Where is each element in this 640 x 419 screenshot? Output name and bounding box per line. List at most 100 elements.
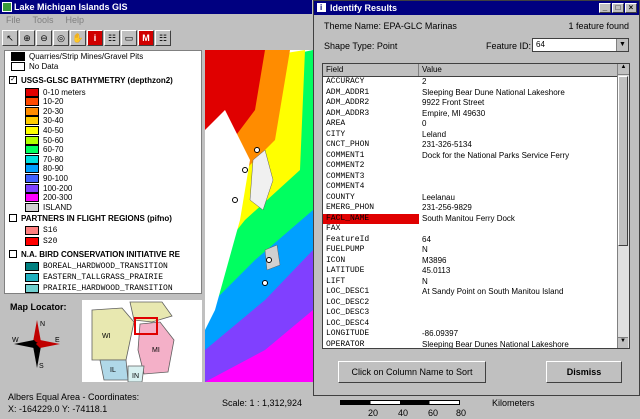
close-icon[interactable]: ×: [625, 3, 637, 13]
bathymetry-map[interactable]: [205, 50, 313, 382]
map-canvas[interactable]: [205, 50, 313, 382]
m-tool-icon[interactable]: M: [138, 30, 154, 46]
value-cell: [419, 224, 629, 235]
table-row[interactable]: CNCT_PHON 231-326-5134: [323, 140, 629, 151]
minimize-icon[interactable]: _: [599, 3, 611, 13]
legend-item: S16: [25, 225, 57, 235]
value-cell: South Manitou Ferry Dock: [422, 213, 515, 223]
chevron-down-icon[interactable]: ▼: [616, 39, 628, 51]
table-row[interactable]: LIFT N: [323, 277, 629, 288]
dialog-title-bar[interactable]: Identify Results _ □ ×: [314, 1, 639, 15]
globe-icon[interactable]: ◎: [53, 30, 69, 46]
table-row[interactable]: FeatureId 64: [323, 235, 629, 246]
state-in-label: IN: [132, 373, 139, 380]
table-row[interactable]: COUNTY Leelanau: [323, 193, 629, 204]
table-row[interactable]: ADM_ADDR2 9922 Front Street: [323, 98, 629, 109]
value-cell: 9922 Front Street: [422, 98, 485, 107]
report-icon[interactable]: ☷: [155, 30, 171, 46]
menu-help[interactable]: Help: [66, 14, 85, 27]
table-row[interactable]: LONGITUDE -86.09397: [323, 329, 629, 340]
scroll-thumb[interactable]: [618, 76, 628, 246]
table-row[interactable]: OPERATOR Sleeping Bear Dunes National Lak…: [323, 340, 629, 349]
legend-swatch: [25, 106, 39, 116]
legend-item: 30-40: [25, 116, 63, 126]
legend-panel[interactable]: Quarries/Strip Mines/Gravel Pits No Data…: [4, 50, 202, 294]
zoom-in-icon[interactable]: ⊕: [19, 30, 35, 46]
arrow-tool-icon[interactable]: ↖: [2, 30, 18, 46]
layers-icon[interactable]: ☷: [104, 30, 120, 46]
legend-label: PRAIRIE_HARDWOOD_TRANSITION: [43, 283, 173, 293]
scroll-down-icon[interactable]: ▼: [618, 337, 628, 348]
partners-layer-title: PARTNERS IN FLIGHT REGIONS (pifno): [21, 213, 172, 223]
value-cell: N: [422, 276, 428, 286]
legend-item: 10-20: [25, 97, 63, 107]
legend-label: Quarries/Strip Mines/Gravel Pits: [29, 51, 144, 61]
bathy-layer-row[interactable]: ✓ USGS-GLSC BATHYMETRY (depthzon2): [9, 75, 173, 85]
feature-id-select[interactable]: 64 ▼: [532, 38, 629, 52]
table-row[interactable]: ICON M3896: [323, 256, 629, 267]
table-row[interactable]: ADM_ADDR1 Sleeping Bear Dune National Lak…: [323, 88, 629, 99]
partners-checkbox[interactable]: [9, 214, 17, 222]
legend-label: S16: [43, 225, 58, 235]
value-cell: Dock for the National Parks Service Ferr…: [422, 150, 570, 160]
measure-icon[interactable]: ▭: [121, 30, 137, 46]
pan-hand-icon[interactable]: ✋: [70, 30, 86, 46]
attributes-table[interactable]: Field Value ACCURACY 2 ADM_ADDR1 Sleeping B…: [322, 63, 630, 349]
table-row[interactable]: ACCURACY 2: [323, 77, 629, 88]
app-title: Lake Michigan Islands GIS: [14, 2, 128, 12]
table-row[interactable]: LOC_DESC1 At Sandy Point on South Manitou…: [323, 287, 629, 298]
vertical-scrollbar[interactable]: ▲ ▼: [617, 64, 629, 348]
field-cell: FAX: [326, 224, 341, 233]
zoom-out-icon[interactable]: ⊖: [36, 30, 52, 46]
table-row[interactable]: COMMENT2: [323, 161, 629, 172]
table-row[interactable]: COMMENT4: [323, 182, 629, 193]
legend-label: ISLAND: [43, 202, 72, 212]
field-cell: FACL_NAME: [323, 213, 419, 224]
field-cell: FUELPUMP: [326, 245, 365, 254]
table-row[interactable]: LOC_DESC3: [323, 308, 629, 319]
table-row[interactable]: COMMENT1 Dock for the National Parks Serv…: [323, 151, 629, 162]
sort-button[interactable]: Click on Column Name to Sort: [338, 361, 486, 383]
field-cell: COMMENT3: [326, 171, 365, 181]
identify-results-dialog[interactable]: Identify Results _ □ × Theme Name: EPA-G…: [313, 0, 640, 396]
maximize-icon[interactable]: □: [612, 3, 624, 13]
table-row[interactable]: EMERG_PHON 231-256-9829: [323, 203, 629, 214]
field-cell: CITY: [326, 129, 346, 139]
nabci-checkbox[interactable]: [9, 250, 17, 258]
locator-map[interactable]: WI MI IL IN: [82, 300, 202, 382]
legend-label: No Data: [29, 61, 59, 71]
legend-label: 70-80: [43, 154, 64, 164]
identify-icon[interactable]: i: [87, 30, 103, 46]
compass-s: S: [39, 363, 44, 370]
scale-tick-label: 80: [456, 408, 467, 418]
column-field-header[interactable]: Field: [323, 64, 419, 76]
partners-layer-row[interactable]: PARTNERS IN FLIGHT REGIONS (pifno): [9, 213, 172, 223]
field-cell: CNCT_PHON: [326, 140, 370, 149]
bathy-checkbox[interactable]: ✓: [9, 76, 17, 84]
table-row[interactable]: COMMENT3: [323, 172, 629, 183]
table-row[interactable]: LATITUDE 45.0113: [323, 266, 629, 277]
nabci-layer-row[interactable]: N.A. BIRD CONSERVATION INITIATIVE RE: [9, 249, 180, 259]
menu-tools[interactable]: Tools: [33, 14, 54, 27]
table-row[interactable]: FACL_NAME South Manitou Ferry Dock: [323, 213, 629, 224]
table-row[interactable]: CITY Leland: [323, 130, 629, 141]
table-row[interactable]: LOC_DESC4: [323, 319, 629, 330]
legend-item: 90-100: [25, 173, 68, 183]
table-row[interactable]: FAX: [323, 224, 629, 235]
legend-label: 90-100: [43, 173, 68, 183]
field-cell: COMMENT2: [326, 161, 365, 170]
column-value-header[interactable]: Value: [419, 64, 629, 76]
field-cell: AREA: [326, 119, 346, 128]
legend-swatch: [25, 193, 39, 203]
table-row[interactable]: ADM_ADDR3 Empire, MI 49630: [323, 109, 629, 120]
field-cell: LOC_DESC4: [326, 318, 370, 328]
table-row[interactable]: AREA 0: [323, 119, 629, 130]
menu-file[interactable]: File: [6, 14, 21, 27]
scroll-up-icon[interactable]: ▲: [618, 64, 629, 75]
value-cell: 0: [422, 119, 427, 128]
dismiss-button[interactable]: Dismiss: [546, 361, 622, 383]
table-row[interactable]: LOC_DESC2: [323, 298, 629, 309]
value-cell: At Sandy Point on South Manitou Island: [422, 287, 564, 296]
table-row[interactable]: FUELPUMP N: [323, 245, 629, 256]
legend-item: 80-90: [25, 164, 63, 174]
